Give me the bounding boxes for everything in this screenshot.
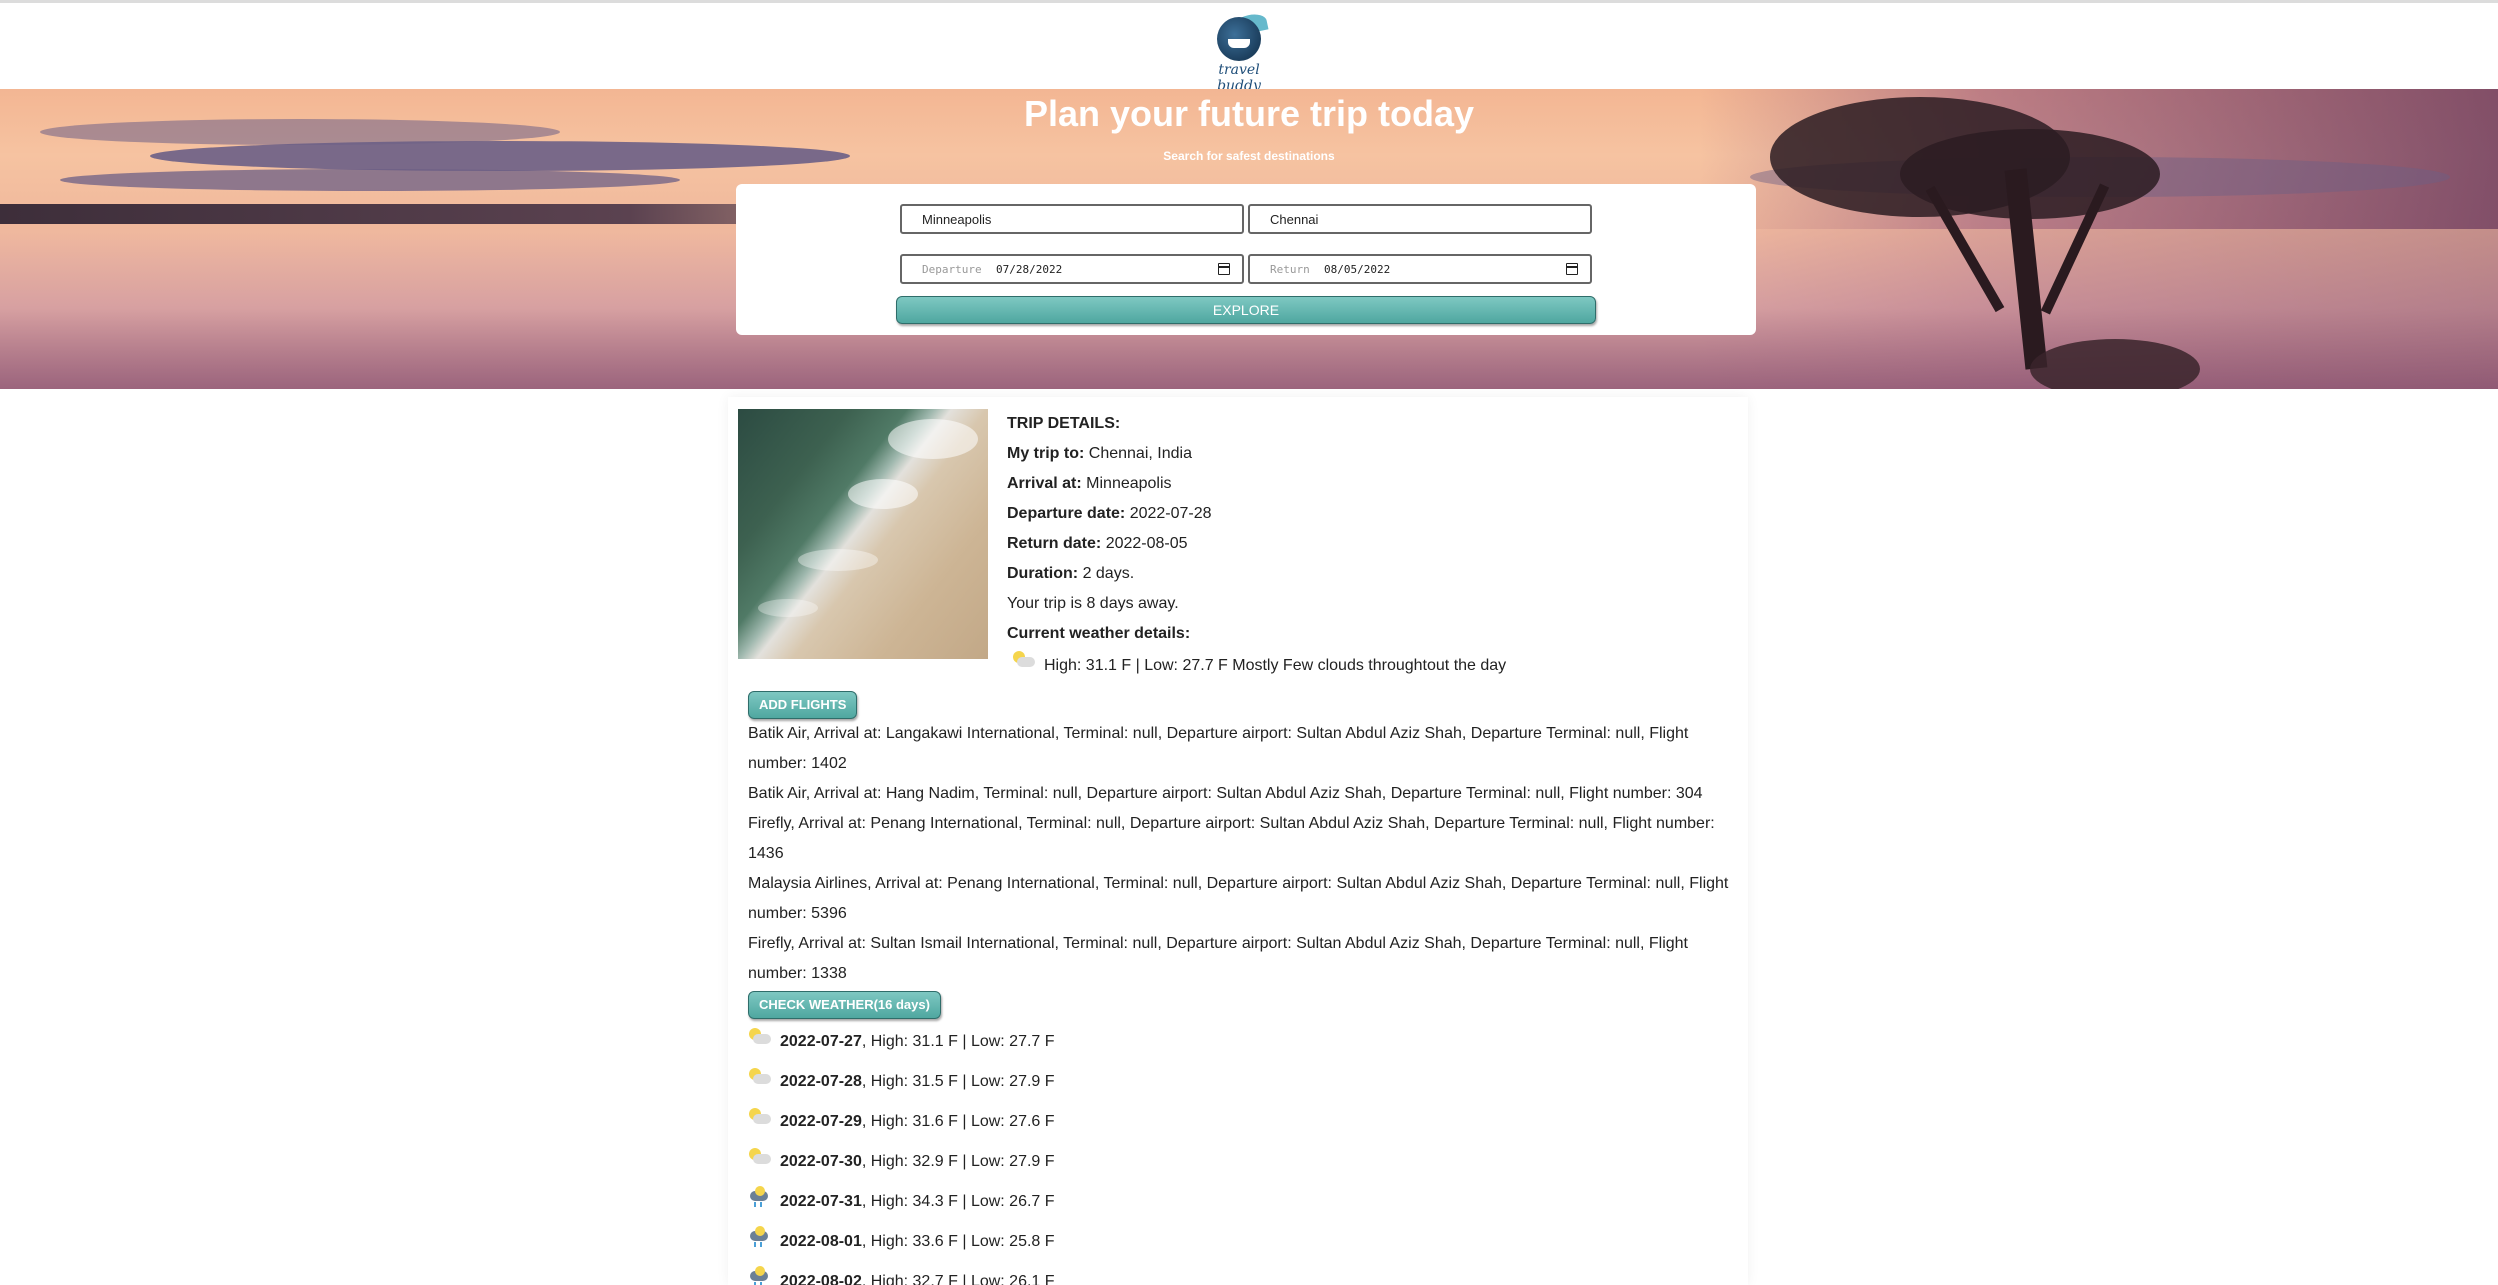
forecast-row: 2022-07-27, High: 31.1 F | Low: 27.7 F: [748, 1022, 1348, 1062]
return-date-value: 08/05/2022: [1324, 263, 1391, 276]
sun-cloud-icon: [1012, 651, 1036, 669]
forecast-row: 2022-07-30, High: 32.9 F | Low: 27.9 F: [748, 1142, 1348, 1182]
add-flights-button[interactable]: ADD FLIGHTS: [748, 691, 858, 719]
list-item: Malaysia Airlines, Arrival at: Penang In…: [748, 875, 1729, 922]
site-header: travel buddy: [0, 3, 2498, 94]
sun-cloud-icon: [748, 1108, 772, 1126]
trip-destination: My trip to: Chennai, India: [1007, 445, 1192, 462]
list-item: Batik Air, Arrival at: Langakawi Interna…: [748, 725, 1689, 772]
rain-icon: [748, 1266, 772, 1285]
trip-results-card: TRIP DETAILS: My trip to: Chennai, India…: [728, 397, 1748, 1285]
ship-icon: [1228, 39, 1250, 48]
list-item: Firefly, Arrival at: Sultan Ismail Inter…: [748, 935, 1688, 982]
departure-date-value: 07/28/2022: [996, 263, 1063, 276]
trip-countdown: Your trip is 8 days away.: [1007, 595, 1179, 612]
search-form: Departure 07/28/2022 Return 08/05/2022 E…: [736, 184, 1756, 335]
flights-list: Batik Air, Arrival at: Langakawi Interna…: [748, 719, 1738, 989]
forecast-row: 2022-07-28, High: 31.5 F | Low: 27.9 F: [748, 1062, 1348, 1102]
return-date-input[interactable]: Return 08/05/2022: [1248, 254, 1592, 284]
explore-button[interactable]: EXPLORE: [896, 296, 1596, 324]
forecast-row: 2022-07-29, High: 31.6 F | Low: 27.6 F: [748, 1102, 1348, 1142]
trip-details: TRIP DETAILS: My trip to: Chennai, India…: [1007, 409, 1707, 649]
calendar-icon[interactable]: [1218, 263, 1230, 275]
forecast-row: 2022-08-01, High: 33.6 F | Low: 25.8 F: [748, 1222, 1348, 1262]
trip-arrival: Arrival at: Minneapolis: [1007, 475, 1172, 492]
list-item: Firefly, Arrival at: Penang Internationa…: [748, 815, 1715, 862]
trip-departure-date: Departure date: 2022-07-28: [1007, 505, 1212, 522]
return-placeholder: Return: [1270, 263, 1310, 276]
sun-cloud-icon: [748, 1148, 772, 1166]
current-weather-heading: Current weather details:: [1007, 625, 1191, 642]
departure-date-input[interactable]: Departure 07/28/2022: [900, 254, 1244, 284]
hero-subtitle: Search for safest destinations: [1163, 149, 1335, 163]
check-weather-button[interactable]: CHECK WEATHER(16 days): [748, 991, 941, 1019]
current-weather: High: 31.1 F | Low: 27.7 F Mostly Few cl…: [1012, 651, 1506, 681]
departure-placeholder: Departure: [922, 263, 982, 276]
origin-city-input[interactable]: [900, 204, 1244, 234]
sun-cloud-icon: [748, 1068, 772, 1086]
forecast-row: 2022-08-02, High: 32.7 F | Low: 26.1 F: [748, 1262, 1348, 1285]
trip-duration: Duration: 2 days.: [1007, 565, 1135, 582]
travel-buddy-logo[interactable]: travel buddy: [1197, 11, 1281, 94]
list-item: Batik Air, Arrival at: Hang Nadim, Termi…: [748, 785, 1703, 802]
current-weather-summary: High: 31.1 F | Low: 27.7 F Mostly Few cl…: [1044, 657, 1507, 674]
forecast-row: 2022-07-31, High: 34.3 F | Low: 26.7 F: [748, 1182, 1348, 1222]
sun-cloud-icon: [748, 1028, 772, 1046]
calendar-icon[interactable]: [1566, 263, 1578, 275]
destination-photo: [738, 409, 988, 659]
trip-return-date: Return date: 2022-08-05: [1007, 535, 1188, 552]
weather-forecast-list: 2022-07-27, High: 31.1 F | Low: 27.7 F 2…: [748, 1022, 1348, 1285]
rain-icon: [748, 1226, 772, 1248]
hero-title: Plan your future trip today: [1023, 93, 1475, 134]
trip-details-heading: TRIP DETAILS:: [1007, 415, 1121, 432]
destination-city-input[interactable]: [1248, 204, 1592, 234]
rain-icon: [748, 1186, 772, 1208]
